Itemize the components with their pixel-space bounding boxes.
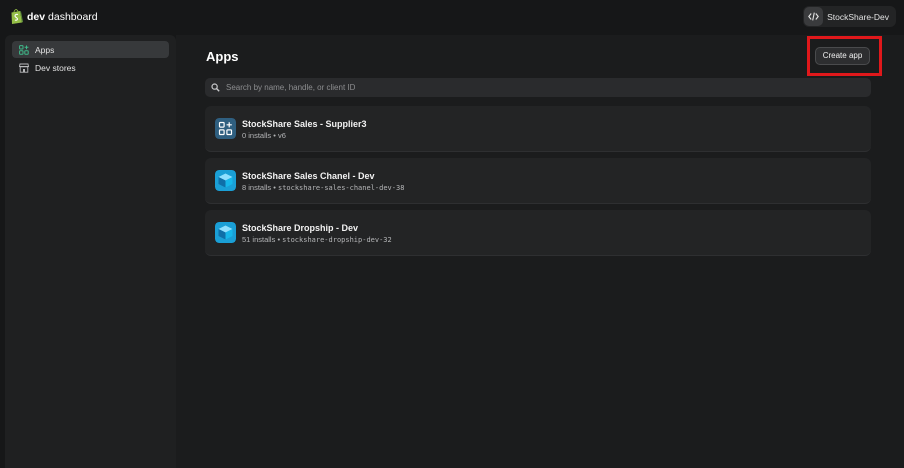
search-input[interactable] <box>226 83 871 92</box>
apps-grid-icon <box>19 44 29 55</box>
app-card-stockshare-dropship-dev[interactable]: StockShare Dropship - Dev 51 installs • … <box>205 210 871 256</box>
stockshare-logo-icon <box>215 222 236 243</box>
store-icon <box>19 63 29 73</box>
sidebar: Apps Dev stores <box>5 35 176 468</box>
top-bar: dev dashboard StockShare-Dev <box>0 0 904 34</box>
app-installs: 8 installs <box>242 183 272 192</box>
app-card-stockshare-sales-chanel-dev[interactable]: StockShare Sales Chanel - Dev 8 installs… <box>205 158 871 204</box>
brand-rest: dashboard <box>45 10 98 23</box>
main-content: Apps Create app StockShare Sales - Suppl… <box>176 35 904 468</box>
sidebar-item-label: Dev stores <box>35 62 76 73</box>
app-handle: stockshare-sales-chanel-dev-38 <box>277 184 405 192</box>
brand[interactable]: dev dashboard <box>10 9 98 24</box>
app-installs: 0 installs <box>242 131 272 140</box>
app-version: v6 <box>277 131 286 140</box>
brand-bold: dev <box>27 10 46 23</box>
meta-separator: • <box>271 183 278 192</box>
brand-name: dev dashboard <box>27 11 98 23</box>
sidebar-item-dev-stores[interactable]: Dev stores <box>12 59 169 76</box>
app-handle: stockshare-dropship-dev-32 <box>282 236 392 244</box>
meta-separator: • <box>271 131 278 140</box>
app-installs: 51 installs <box>242 235 276 244</box>
app-meta: 0 installs • v6 <box>242 131 286 140</box>
app-name: StockShare Sales Chanel - Dev <box>242 171 375 181</box>
sidebar-item-label: Apps <box>35 44 55 55</box>
sidebar-item-apps[interactable]: Apps <box>12 41 169 58</box>
account-name: StockShare-Dev <box>827 11 889 22</box>
app-meta: 51 installs • stockshare-dropship-dev-32 <box>242 235 392 244</box>
shopify-bag-icon <box>11 9 23 24</box>
grid-app-icon <box>215 118 236 139</box>
app-card-stockshare-sales-supplier3[interactable]: StockShare Sales - Supplier3 0 installs … <box>205 106 871 152</box>
search-bar[interactable] <box>205 78 871 97</box>
app-name: StockShare Dropship - Dev <box>242 223 359 233</box>
code-icon <box>804 7 824 26</box>
account-switcher[interactable]: StockShare-Dev <box>803 6 896 27</box>
app-meta: 8 installs • stockshare-sales-chanel-dev… <box>242 183 404 192</box>
search-icon <box>211 83 220 92</box>
create-app-button[interactable]: Create app <box>815 47 870 65</box>
app-name: StockShare Sales - Supplier3 <box>242 119 367 129</box>
stockshare-logo-icon <box>215 170 236 191</box>
page-title: Apps <box>206 49 239 64</box>
